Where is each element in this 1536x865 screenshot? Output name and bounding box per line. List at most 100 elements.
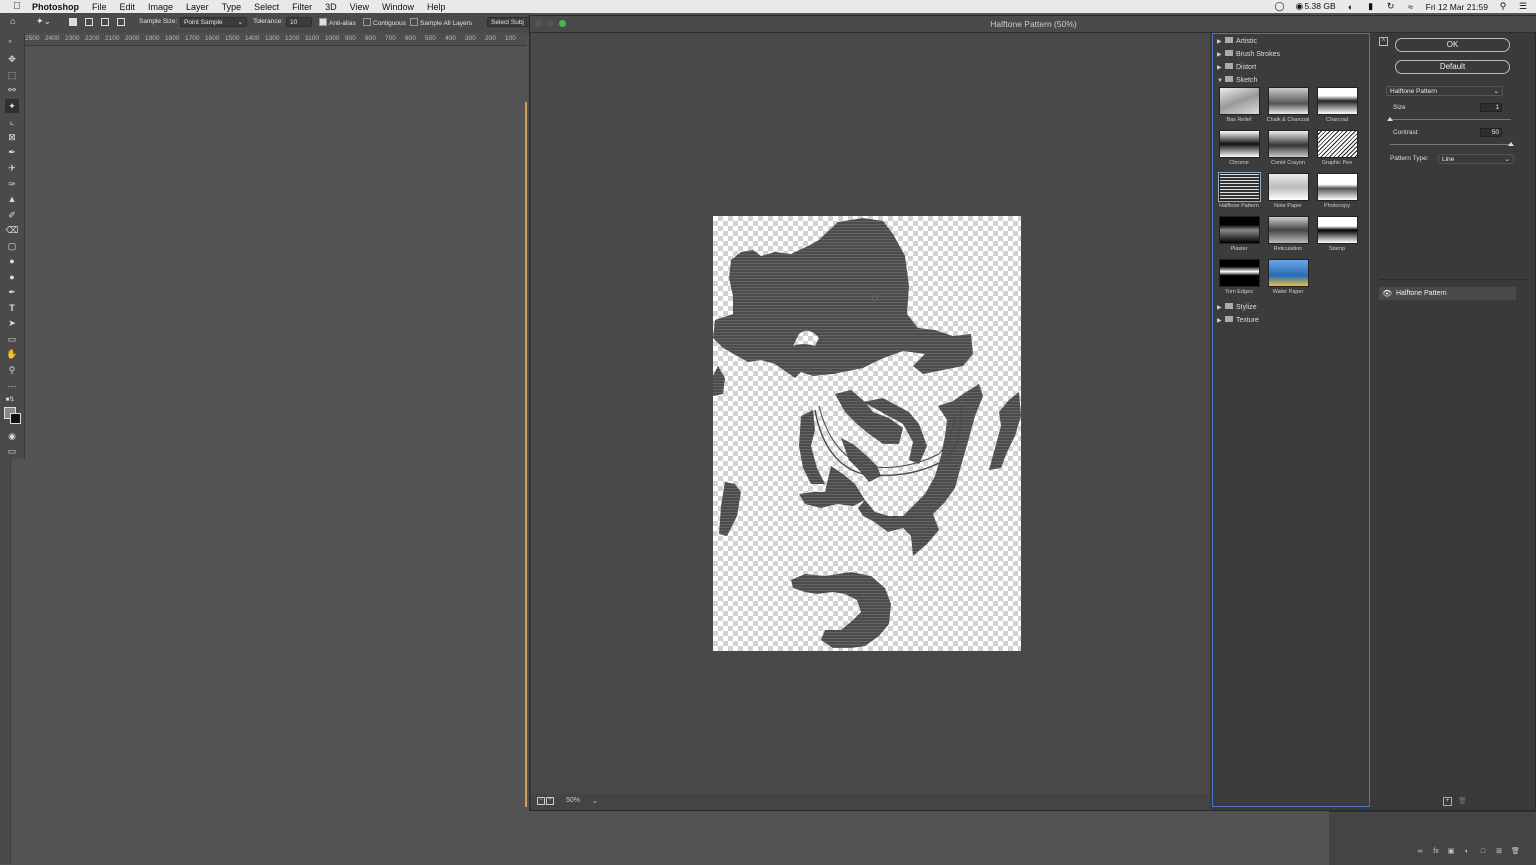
zoom-out-icon[interactable]: −: [537, 797, 545, 805]
filter-thumb-halftone-pattern[interactable]: Halftone Pattern: [1216, 172, 1262, 215]
select-subject-button[interactable]: Select Subj: [487, 17, 530, 27]
sample-all-layers-checkbox[interactable]: Sample All Layers: [410, 18, 472, 27]
search-icon[interactable]: ⚲: [1498, 1, 1508, 12]
eyedropper-tool-icon[interactable]: ✒: [5, 145, 19, 159]
vertical-ruler[interactable]: [0, 459, 11, 864]
filter-thumb-chrome[interactable]: Chrome: [1216, 130, 1262, 172]
contrast-input[interactable]: 50: [1480, 128, 1502, 137]
home-icon[interactable]: ⌂: [10, 16, 15, 26]
folder-stylize[interactable]: ▶ Stylize: [1217, 302, 1257, 314]
delete-effect-layer-icon[interactable]: 🗑: [1458, 797, 1467, 805]
contiguous-checkbox[interactable]: Contiguous: [363, 18, 406, 27]
filter-thumb-charcoal[interactable]: Charcoal: [1314, 87, 1360, 129]
size-input[interactable]: 1: [1480, 103, 1502, 112]
brush-tool-icon[interactable]: ✑: [5, 177, 19, 191]
intersect-selection-icon[interactable]: [117, 18, 125, 26]
filter-select[interactable]: Halftone Pattern ⌄: [1386, 86, 1503, 96]
filter-thumb-torn-edges[interactable]: Torn Edges: [1216, 259, 1262, 301]
dodge-tool-icon[interactable]: ●: [5, 270, 19, 284]
zoom-tool-icon[interactable]: ⚲: [5, 363, 19, 377]
horizontal-ruler[interactable]: 2500 2400 2300 2200 2100 2000 1900 1800 1700 1600…: [24, 33, 527, 46]
size-slider-knob[interactable]: [1387, 117, 1393, 121]
new-selection-icon[interactable]: [69, 18, 77, 26]
filter-thumb-graphic-pen[interactable]: Graphic Pen: [1314, 130, 1360, 172]
subtract-selection-icon[interactable]: [101, 18, 109, 26]
menu-select[interactable]: Select: [254, 2, 279, 12]
memory-indicator[interactable]: ◉5.38 GB: [1294, 1, 1336, 12]
lasso-tool-icon[interactable]: ⚯: [5, 83, 19, 97]
pattern-type-select[interactable]: Line ⌄: [1438, 154, 1514, 164]
layer-mask-icon[interactable]: ▣: [1447, 848, 1455, 856]
clock[interactable]: Fri 12 Mar 21:59: [1426, 2, 1488, 12]
eraser-tool-icon[interactable]: ⌫: [5, 223, 19, 237]
collapse-icon[interactable]: »: [3, 35, 17, 49]
screen-mode-icon[interactable]: ▭: [5, 444, 19, 458]
sync-icon[interactable]: ↻: [1386, 1, 1396, 12]
filter-thumb-photocopy[interactable]: Photocopy: [1314, 173, 1360, 215]
menu-3d[interactable]: 3D: [325, 2, 337, 12]
menu-window[interactable]: Window: [382, 2, 414, 12]
filter-thumb-water-paper[interactable]: Water Paper: [1265, 259, 1311, 301]
folder-brush-strokes[interactable]: ▶ Brush Strokes: [1217, 49, 1280, 61]
pen-tool-icon[interactable]: ✒: [5, 285, 19, 299]
delete-layer-icon[interactable]: 🗑: [1511, 848, 1520, 856]
quick-mask-icon[interactable]: ◉: [5, 429, 19, 443]
move-tool-icon[interactable]: ✥: [5, 52, 19, 66]
default-button[interactable]: Default: [1395, 60, 1510, 74]
effect-layer-row[interactable]: 👁 Halftone Pattern: [1379, 287, 1516, 300]
filter-thumb-chalk-charcoal[interactable]: Chalk & Charcoal: [1265, 87, 1311, 129]
menu-edit[interactable]: Edit: [120, 2, 136, 12]
dropbox-icon[interactable]: ◯: [1274, 1, 1284, 12]
chevron-down-icon[interactable]: ⌄: [592, 797, 598, 805]
folder-distort[interactable]: ▶ Distort: [1217, 62, 1256, 74]
path-selection-tool-icon[interactable]: ➤: [5, 316, 19, 330]
more-tools-icon[interactable]: ⋯: [5, 379, 19, 393]
link-layers-icon[interactable]: ∞: [1416, 848, 1424, 856]
filter-thumb-stamp[interactable]: Stamp: [1314, 216, 1360, 258]
contrast-slider-knob[interactable]: [1508, 142, 1514, 146]
folder-sketch[interactable]: ▼ Sketch: [1217, 75, 1257, 87]
menu-view[interactable]: View: [350, 2, 369, 12]
menu-type[interactable]: Type: [222, 2, 242, 12]
history-brush-tool-icon[interactable]: ✐: [5, 208, 19, 222]
control-center-icon[interactable]: ☰: [1518, 1, 1528, 12]
battery-icon[interactable]: ▮: [1366, 1, 1376, 12]
filter-thumb-conte-crayon[interactable]: Conté Crayon: [1265, 130, 1311, 172]
new-layer-icon[interactable]: ⊞: [1495, 848, 1503, 856]
close-window-icon[interactable]: [535, 20, 542, 27]
rectangle-tool-icon[interactable]: ▭: [5, 332, 19, 346]
sample-size-select[interactable]: Point Sample ⌄: [180, 17, 247, 27]
apple-icon[interactable]: : [10, 0, 24, 13]
default-colors-icon[interactable]: ■⇅: [3, 393, 17, 407]
magic-wand-tool-icon[interactable]: ✦: [5, 99, 19, 113]
timemachine-icon[interactable]: ◐: [1346, 2, 1356, 12]
zoom-in-icon[interactable]: +: [546, 797, 554, 805]
minimize-window-icon[interactable]: [547, 20, 554, 27]
blur-tool-icon[interactable]: ●: [5, 254, 19, 268]
type-tool-icon[interactable]: T: [5, 301, 19, 315]
menu-help[interactable]: Help: [427, 2, 446, 12]
filter-thumb-bas-relief[interactable]: Bas Relief: [1216, 87, 1262, 129]
clone-stamp-tool-icon[interactable]: ▲: [5, 192, 19, 206]
gradient-tool-icon[interactable]: ▢: [5, 239, 19, 253]
collapse-gallery-icon[interactable]: ˄: [1379, 37, 1388, 46]
menu-image[interactable]: Image: [148, 2, 173, 12]
filter-thumb-reticulation[interactable]: Reticulation: [1265, 216, 1311, 258]
add-selection-icon[interactable]: [85, 18, 93, 26]
wifi-icon[interactable]: ≈: [1406, 2, 1416, 12]
zoom-window-icon[interactable]: [559, 20, 566, 27]
zoom-level[interactable]: 50%: [566, 797, 580, 804]
hand-tool-icon[interactable]: ✋: [5, 347, 19, 361]
eye-icon[interactable]: 👁: [1382, 287, 1392, 300]
magic-wand-preset-icon[interactable]: ✦⌄: [36, 16, 51, 27]
menu-filter[interactable]: Filter: [292, 2, 312, 12]
crop-tool-icon[interactable]: ⌞: [5, 114, 19, 128]
contrast-slider-track[interactable]: [1390, 144, 1511, 145]
filter-thumb-plaster[interactable]: Plaster: [1216, 216, 1262, 258]
menu-app-photoshop[interactable]: Photoshop: [32, 2, 79, 12]
healing-brush-tool-icon[interactable]: ✈: [5, 161, 19, 175]
menu-file[interactable]: File: [92, 2, 107, 12]
filter-thumb-note-paper[interactable]: Note Paper: [1265, 173, 1311, 215]
folder-artistic[interactable]: ▶ Artistic: [1217, 36, 1257, 48]
size-slider-track[interactable]: [1390, 119, 1511, 120]
